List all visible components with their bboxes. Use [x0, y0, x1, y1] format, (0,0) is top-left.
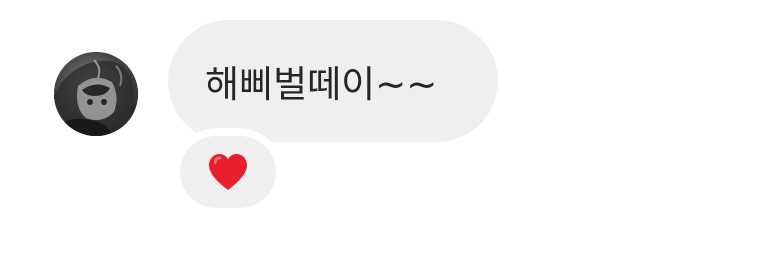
message-text: 해삐벌떼이~~: [205, 63, 438, 106]
reaction-badge[interactable]: [180, 136, 276, 208]
message-bubble[interactable]: 해삐벌떼이~~: [168, 20, 498, 142]
avatar[interactable]: [54, 52, 138, 136]
avatar-image: [54, 52, 138, 136]
message-row: 해삐벌떼이~~: [0, 0, 767, 256]
heart-icon: [209, 154, 247, 190]
